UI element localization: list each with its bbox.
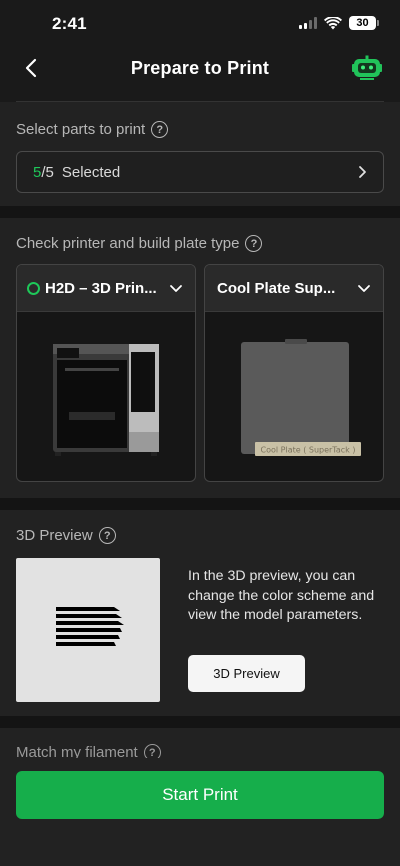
chevron-right-icon [359,166,366,178]
help-icon[interactable]: ? [245,235,263,252]
chevron-down-icon [170,285,182,292]
preview-label: 3D Preview ? [16,527,116,544]
status-bar: 2:41 30 [0,0,400,46]
help-icon[interactable]: ? [151,121,169,138]
section-gap [0,498,400,510]
plate-image-area: Cool Plate ( SuperTack ) [205,312,383,481]
printer-online-icon [27,281,40,295]
plate-name: Cool Plate Sup... [217,279,336,297]
parts-selected-text: Selected [61,163,121,181]
back-chevron-icon[interactable] [20,56,44,80]
section-gap [0,206,400,218]
stacked-layers-icon [56,607,124,646]
status-icons: 30 [299,16,379,30]
printer-name: H2D – 3D Prin... [45,279,157,297]
select-parts-label-text: Select parts to print [16,121,146,138]
build-plate-image: Cool Plate ( SuperTack ) [241,339,361,456]
cellular-signal-icon [299,17,317,29]
status-time: 2:41 [52,14,87,33]
nav-bar: Prepare to Print [0,46,400,90]
plate-card[interactable]: Cool Plate Sup... Cool Plate ( SuperTack… [204,264,384,482]
start-print-button[interactable]: Start Print [16,771,384,819]
preview-label-text: 3D Preview [16,527,93,544]
chevron-down-icon [358,285,370,292]
select-parts-field[interactable]: 5 / 5 Selected [16,151,384,193]
printer-selector[interactable]: H2D – 3D Prin... [17,265,195,312]
parts-total-count: 5 [45,163,54,181]
preview-description: In the 3D preview, you can change the co… [188,568,375,623]
plate-image-label: Cool Plate ( SuperTack ) [261,446,356,455]
printer-card[interactable]: H2D – 3D Prin... [16,264,196,482]
printer-image-area [17,312,195,481]
help-icon[interactable]: ? [98,527,116,544]
battery-icon: 30 [349,16,379,30]
select-parts-label: Select parts to print ? [16,121,169,138]
wifi-icon [324,16,342,29]
section-gap [0,716,400,728]
preview-3d-button[interactable]: 3D Preview [188,655,305,692]
parts-selected-count: 5 [33,163,42,181]
printer-plate-label-text: Check printer and build plate type [16,235,240,252]
model-preview-thumbnail[interactable] [16,558,160,702]
printer-image-icon [53,344,159,456]
page-title: Prepare to Print [130,57,270,78]
printer-plate-label: Check printer and build plate type ? [16,235,263,252]
plate-selector[interactable]: Cool Plate Sup... [205,265,383,312]
robot-icon[interactable] [352,55,382,81]
